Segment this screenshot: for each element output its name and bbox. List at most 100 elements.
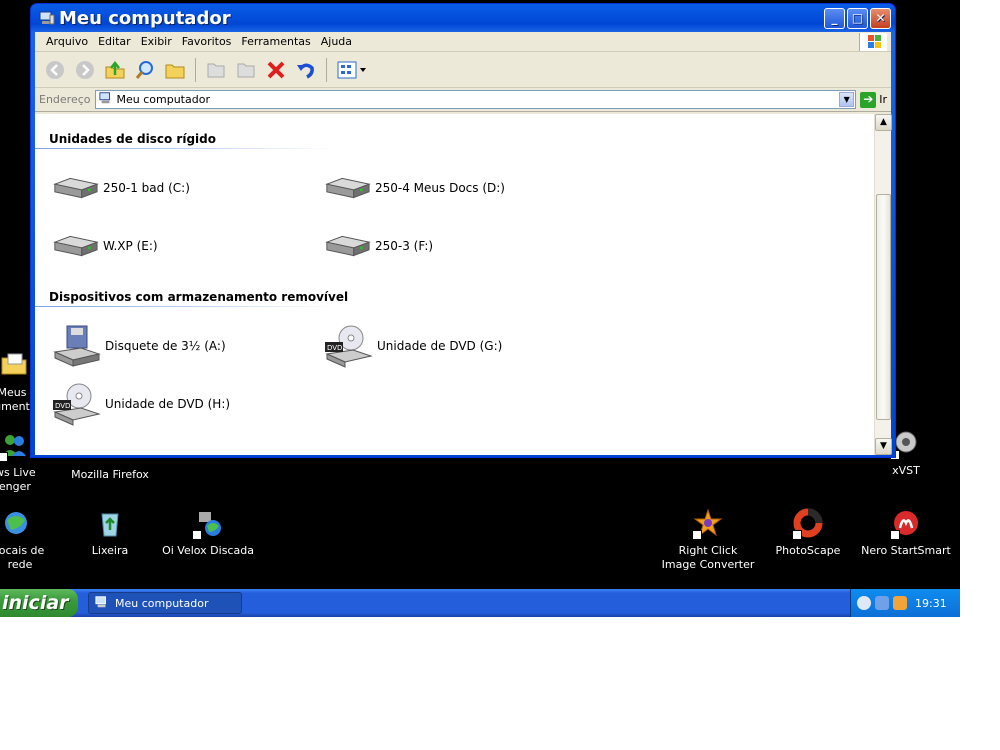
scroll-down-button[interactable]: ▼ [875, 438, 892, 455]
drive-a[interactable]: Disquete de 3½ (A:) [51, 324, 226, 368]
drive-label: 250-4 Meus Docs (D:) [375, 181, 505, 195]
vertical-scrollbar[interactable]: ▲ ▼ [874, 114, 892, 455]
group-divider [35, 306, 335, 307]
desktop-icon-right-click-image-converter[interactable]: Right Click Image Converter [660, 508, 756, 572]
close-icon: ✕ [875, 11, 886, 25]
undo-icon [297, 63, 314, 79]
drive-c[interactable]: 250-1 bad (C:) [51, 176, 190, 200]
recycle-bin-icon [94, 508, 126, 540]
chevron-up-icon: ▲ [880, 117, 887, 127]
messenger-icon [0, 432, 30, 462]
start-button[interactable]: iniciar [0, 589, 78, 617]
taskbar: iniciar Meu computador 19:31 [0, 589, 960, 617]
desktop-icon-label: Lixeira [91, 544, 129, 557]
shortcut-arrow-icon [0, 452, 8, 462]
minimize-button[interactable]: _ [824, 7, 845, 29]
image-converter-icon [692, 508, 724, 540]
desktop-icon-oi-velox[interactable]: Oi Velox Discada [160, 508, 256, 558]
group-header-removable: Dispositivos com armazenamento removível [49, 290, 349, 304]
address-dropdown-button[interactable]: ▼ [839, 92, 855, 107]
views-icon [337, 61, 366, 78]
up-folder-button[interactable] [103, 58, 127, 82]
menu-editar[interactable]: Editar [93, 35, 136, 48]
menu-arquivo[interactable]: Arquivo [41, 35, 93, 48]
floppy-drive-icon [53, 325, 101, 367]
desktop-icon-label: ows Live senger [0, 466, 36, 493]
taskbar-button-meu-computador[interactable]: Meu computador [88, 592, 242, 614]
back-arrow-icon [46, 60, 64, 79]
network-places-icon [0, 508, 32, 540]
toolbar-separator [195, 57, 196, 82]
drive-label: 250-3 (F:) [375, 239, 434, 253]
drive-e[interactable]: W.XP (E:) [51, 234, 158, 258]
move-to-button[interactable] [204, 58, 228, 82]
scroll-up-button[interactable]: ▲ [875, 114, 892, 131]
desktop-icon-photoscape[interactable]: PhotoScape [760, 508, 856, 558]
menu-favoritos[interactable]: Favoritos [177, 35, 237, 48]
chevron-down-icon: ▼ [880, 441, 887, 451]
desktop-icon-label: xVST [892, 464, 920, 477]
drive-label: W.XP (E:) [103, 239, 158, 253]
group-divider [35, 148, 335, 149]
toolbar [35, 52, 891, 88]
move-to-icon [207, 63, 225, 77]
close-button[interactable]: ✕ [870, 7, 891, 29]
drive-h[interactable]: DVD Unidade de DVD (H:) [51, 382, 230, 426]
security-alert-icon[interactable] [893, 596, 907, 610]
address-label: Endereço [39, 93, 91, 106]
window-body: Arquivo Editar Exibir Favoritos Ferramen… [35, 32, 892, 455]
go-button[interactable]: ➔ Ir [860, 91, 887, 108]
copy-to-button[interactable] [234, 58, 258, 82]
my-computer-icon [95, 595, 109, 612]
group-header-hard-disks: Unidades de disco rígido [49, 132, 216, 146]
menu-ferramentas[interactable]: Ferramentas [236, 35, 315, 48]
network-icon[interactable] [875, 596, 889, 610]
folder-icon [0, 350, 30, 382]
search-button[interactable] [133, 58, 157, 82]
delete-button[interactable] [264, 58, 288, 82]
desktop-icon-label: Nero StartSmart [861, 544, 951, 557]
search-icon [135, 60, 153, 79]
maximize-button[interactable]: □ [847, 7, 868, 29]
chevron-down-icon: ▼ [843, 95, 850, 104]
dialup-connection-icon [192, 508, 224, 540]
shortcut-arrow-icon [890, 530, 900, 540]
windows-logo-icon [859, 33, 887, 51]
desktop-icon-lixeira[interactable]: Lixeira [62, 508, 158, 558]
forward-button[interactable] [73, 58, 97, 82]
drive-d[interactable]: 250-4 Meus Docs (D:) [323, 176, 505, 200]
back-button[interactable] [43, 58, 67, 82]
nero-icon [890, 508, 922, 540]
drive-f[interactable]: 250-3 (F:) [323, 234, 433, 258]
drive-label: Unidade de DVD (H:) [105, 397, 231, 411]
system-tray: 19:31 [850, 589, 960, 617]
my-computer-icon [98, 91, 113, 108]
photoscape-icon [792, 508, 824, 540]
undo-button[interactable] [294, 58, 318, 82]
forward-arrow-icon [76, 60, 94, 79]
desktop-icon-label: Right Click Image Converter [661, 544, 755, 571]
scroll-thumb[interactable] [876, 194, 891, 420]
drive-g[interactable]: DVD Unidade de DVD (G:) [323, 324, 502, 368]
hard-drive-icon [325, 235, 371, 257]
start-label: iniciar [2, 592, 69, 614]
folders-icon [165, 64, 185, 78]
menu-ajuda[interactable]: Ajuda [316, 35, 357, 48]
shortcut-arrow-icon [192, 530, 202, 540]
menu-exibir[interactable]: Exibir [136, 35, 177, 48]
address-input[interactable]: Meu computador ▼ [94, 90, 857, 109]
explorer-window: Meu computador _ □ ✕ Arquivo Editar Exib… [30, 3, 896, 458]
desktop-icon-label: Mozilla Firefox [71, 468, 149, 481]
window-title: Meu computador [59, 7, 231, 29]
title-bar[interactable]: Meu computador _ □ ✕ [35, 4, 891, 32]
desktop-icon-locais-de-rede[interactable]: locais de rede [0, 508, 68, 572]
views-button[interactable] [335, 58, 371, 82]
delete-icon [267, 61, 285, 78]
desktop-icon-label: locais de rede [0, 544, 45, 571]
folders-button[interactable] [163, 58, 187, 82]
clock[interactable]: 19:31 [915, 597, 947, 610]
show-hidden-icons-button[interactable] [857, 596, 871, 610]
desktop-icon-nero-startsmart[interactable]: Nero StartSmart [858, 508, 954, 558]
go-label: Ir [879, 93, 887, 106]
go-arrow-icon: ➔ [860, 91, 877, 108]
